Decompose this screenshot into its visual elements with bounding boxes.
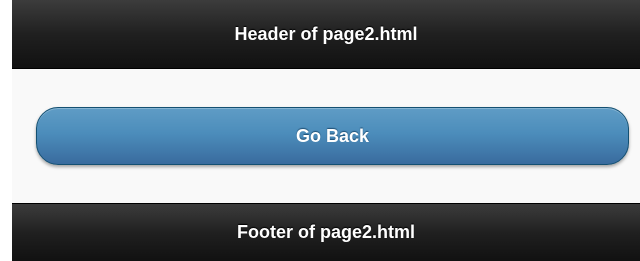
page-header: Header of page2.html — [12, 0, 640, 69]
page-footer: Footer of page2.html — [12, 203, 640, 261]
go-back-button[interactable]: Go Back — [36, 107, 629, 165]
go-back-button-label: Go Back — [295, 125, 370, 146]
page-content: Go Back — [12, 69, 640, 203]
header-title: Header of page2.html — [234, 23, 418, 44]
page2: Header of page2.html Go Back Footer of p… — [12, 0, 640, 261]
app-frame: Header of page2.html Go Back Footer of p… — [0, 0, 640, 261]
footer-title: Footer of page2.html — [236, 222, 415, 242]
